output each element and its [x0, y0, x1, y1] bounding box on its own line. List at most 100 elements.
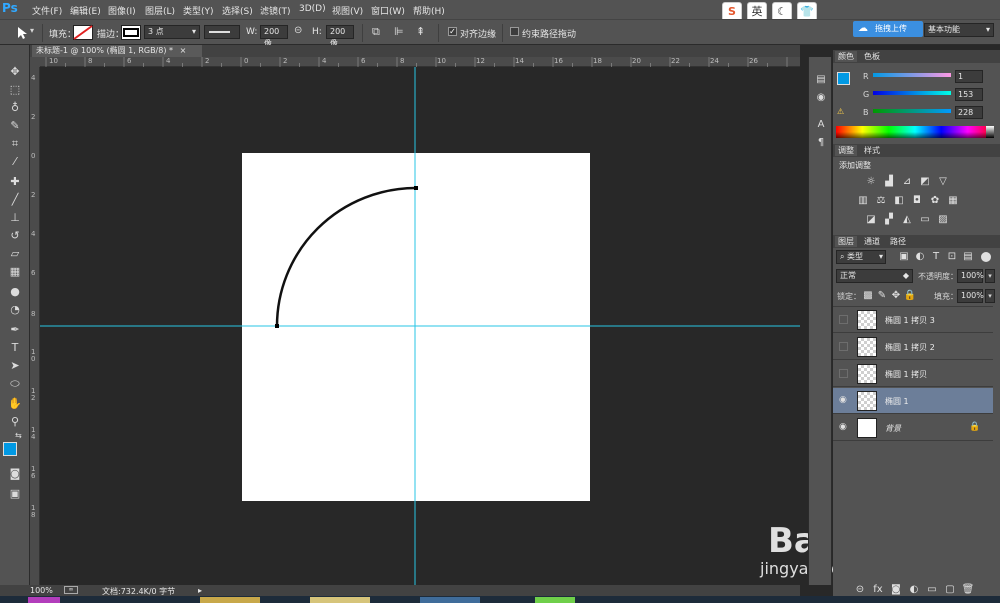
link-layers-icon[interactable]: ⊝: [853, 583, 867, 597]
menu-window[interactable]: 窗口(W): [371, 4, 405, 17]
photo-filter-icon[interactable]: ◘: [911, 195, 923, 207]
warning-icon[interactable]: ⚠: [837, 107, 844, 116]
paragraph-panel-icon[interactable]: ¶: [812, 135, 830, 151]
document-tab[interactable]: 未标题-1 @ 100% (椭圆 1, RGB/8) * ×: [32, 45, 202, 57]
stroke-color-swatch[interactable]: [121, 25, 141, 40]
visibility-toggle[interactable]: [839, 369, 848, 378]
taskbar-app[interactable]: [535, 597, 575, 603]
taskbar-app[interactable]: [28, 597, 60, 603]
eye-icon[interactable]: ◉: [839, 422, 849, 432]
gradient-tool-icon[interactable]: ▦: [6, 264, 24, 280]
filter-adjustment-icon[interactable]: ◐: [913, 250, 927, 264]
width-field[interactable]: 200 像: [260, 25, 288, 48]
color-fg-swatch[interactable]: [837, 72, 850, 85]
marquee-tool-icon[interactable]: ⬚: [6, 82, 24, 98]
filter-toggle-switch[interactable]: [981, 252, 991, 262]
visibility-toggle[interactable]: [839, 315, 848, 324]
tab-styles[interactable]: 样式: [861, 145, 883, 156]
menu-layer[interactable]: 图层(L): [145, 4, 175, 17]
stroke-type-dropdown[interactable]: [204, 25, 240, 39]
layer-row[interactable]: ◉ 背景 🔒: [833, 415, 993, 441]
invert-icon[interactable]: ◪: [865, 214, 877, 226]
menu-file[interactable]: 文件(F): [32, 4, 62, 17]
hand-tool-icon[interactable]: ✋: [6, 396, 24, 412]
path-operations-icon[interactable]: ⧉: [372, 25, 380, 39]
brush-tool-icon[interactable]: ╱: [6, 192, 24, 208]
ellipse-tool-icon[interactable]: ⬭: [6, 376, 24, 392]
menu-view[interactable]: 视图(V): [332, 4, 363, 17]
threshold-icon[interactable]: ◭: [901, 214, 913, 226]
fill-none-swatch[interactable]: [73, 25, 93, 40]
align-edges-checkbox[interactable]: ✓: [448, 27, 457, 36]
crop-tool-icon[interactable]: ⌗: [6, 136, 24, 152]
opacity-field[interactable]: 100%: [957, 269, 984, 283]
layer-filter-dropdown[interactable]: ⌕ 类型 ▾: [836, 250, 886, 264]
black-white-icon[interactable]: ◧: [893, 195, 905, 207]
tool-dropdown-chevron-icon[interactable]: ▾: [30, 26, 34, 35]
taskbar-app[interactable]: [200, 597, 260, 603]
path-arrangement-icon[interactable]: ⇞: [416, 25, 425, 38]
red-slider[interactable]: [873, 73, 951, 77]
selective-color-icon[interactable]: ▨: [937, 214, 949, 226]
eraser-tool-icon[interactable]: ▱: [6, 246, 24, 262]
blue-value[interactable]: 228: [955, 106, 983, 119]
upload-button[interactable]: ☁ 拖拽上传: [853, 21, 923, 37]
eyedropper-tool-icon[interactable]: ⁄: [6, 154, 24, 170]
lock-pixels-icon[interactable]: ✎: [875, 289, 889, 303]
anchor-point[interactable]: [414, 186, 418, 190]
lock-all-icon[interactable]: 🔒: [903, 289, 917, 303]
tab-color[interactable]: 颜色: [835, 51, 857, 62]
tab-adjustments[interactable]: 调整: [835, 145, 857, 156]
fx-icon[interactable]: fx: [871, 583, 885, 597]
curves-icon[interactable]: ⊿: [901, 176, 913, 188]
lock-position-icon[interactable]: ✥: [889, 289, 903, 303]
color-balance-icon[interactable]: ⚖: [875, 195, 887, 207]
taskbar-app[interactable]: [420, 597, 480, 603]
eye-icon[interactable]: ◉: [839, 395, 849, 405]
swap-colors-icon[interactable]: ⇆: [15, 431, 22, 440]
healing-brush-tool-icon[interactable]: ✚: [6, 174, 24, 190]
dodge-tool-icon[interactable]: ◔: [6, 302, 24, 318]
screen-mode-icon[interactable]: ▣: [6, 486, 24, 502]
layer-row[interactable]: 椭圆 1 拷贝 2: [833, 334, 993, 360]
history-panel-icon[interactable]: ▤: [812, 72, 830, 88]
layer-row-selected[interactable]: ◉ 椭圆 1: [833, 388, 993, 414]
lock-transparent-icon[interactable]: ▩: [861, 289, 875, 303]
foreground-color-swatch[interactable]: [3, 442, 17, 456]
color-spectrum-bar[interactable]: [836, 126, 994, 138]
color-lookup-icon[interactable]: ▦: [947, 195, 959, 207]
tab-paths[interactable]: 路径: [887, 236, 909, 247]
fill-field[interactable]: 100%: [957, 289, 984, 303]
new-group-icon[interactable]: ▭: [925, 583, 939, 597]
filter-type-icon[interactable]: T: [929, 250, 943, 264]
path-alignment-icon[interactable]: ⊫: [394, 25, 404, 38]
menu-3d[interactable]: 3D(D): [299, 4, 326, 14]
gradient-map-icon[interactable]: ▭: [919, 214, 931, 226]
constrain-path-checkbox[interactable]: [510, 27, 519, 36]
stroke-size-field[interactable]: 3 点 ▾: [144, 25, 200, 39]
quarter-arc-path[interactable]: [275, 186, 417, 327]
pen-tool-icon[interactable]: ✒: [6, 322, 24, 338]
zoom-level[interactable]: 100%: [30, 586, 53, 595]
green-value[interactable]: 153: [955, 88, 983, 101]
anchor-point[interactable]: [275, 324, 279, 328]
menu-filter[interactable]: 滤镜(T): [260, 4, 291, 17]
quick-select-tool-icon[interactable]: ✎: [6, 118, 24, 134]
type-tool-icon[interactable]: T: [6, 340, 24, 356]
layer-row[interactable]: 椭圆 1 拷贝 3: [833, 307, 993, 333]
workspace-dropdown[interactable]: 基本功能 ▾: [924, 23, 994, 37]
vibrance-icon[interactable]: ▽: [937, 176, 949, 188]
menu-select[interactable]: 选择(S): [222, 4, 253, 17]
menu-edit[interactable]: 编辑(E): [70, 4, 101, 17]
close-icon[interactable]: ×: [180, 46, 187, 55]
hue-saturation-icon[interactable]: ▥: [857, 195, 869, 207]
tab-swatches[interactable]: 色板: [861, 51, 883, 62]
blend-mode-dropdown[interactable]: 正常 ◆: [836, 269, 913, 283]
quick-mask-icon[interactable]: ◙: [6, 466, 24, 482]
red-value[interactable]: 1: [955, 70, 983, 83]
filter-pixel-icon[interactable]: ▣: [897, 250, 911, 264]
path-selection-tool-icon[interactable]: ➤: [6, 358, 24, 374]
exposure-icon[interactable]: ◩: [919, 176, 931, 188]
move-tool-icon[interactable]: ✥: [6, 64, 24, 80]
height-field[interactable]: 200 像: [326, 25, 354, 48]
